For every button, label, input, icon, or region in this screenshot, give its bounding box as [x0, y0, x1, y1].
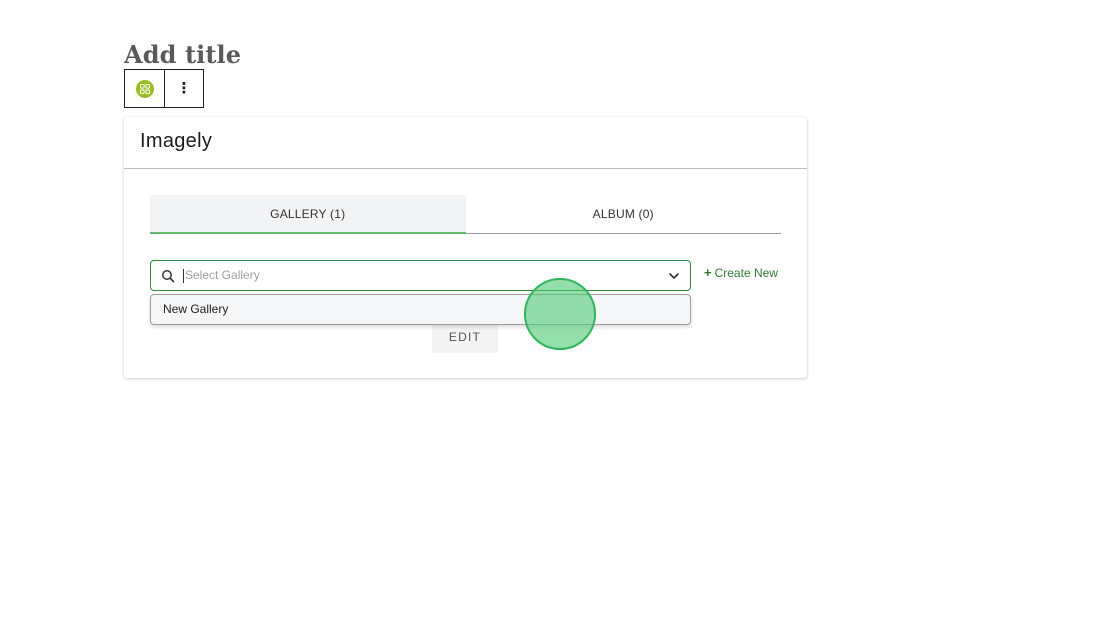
tab-gallery[interactable]: GALLERY (1) [150, 195, 466, 234]
imagely-block: Imagely GALLERY (1) ALBUM (0) Select Gal… [124, 117, 807, 378]
gallery-dropdown-menu: New Gallery [150, 294, 691, 325]
post-title[interactable]: Add title [124, 40, 241, 69]
search-icon [162, 270, 175, 283]
gallery-select-input[interactable]: Select Gallery [150, 260, 691, 291]
more-options-button[interactable]: ⋮ [164, 70, 203, 107]
imagely-grid-icon [135, 79, 154, 98]
create-new-label: Create New [714, 266, 778, 280]
block-type-button[interactable] [125, 70, 164, 107]
select-placeholder: Select Gallery [185, 268, 260, 282]
chevron-down-icon[interactable] [668, 271, 680, 281]
block-title: Imagely [140, 130, 213, 152]
edit-button[interactable]: EDIT [432, 321, 498, 353]
click-indicator [524, 278, 596, 350]
create-new-button[interactable]: + Create New [704, 265, 778, 280]
divider [124, 168, 807, 169]
tab-album[interactable]: ALBUM (0) [466, 195, 782, 233]
tab-bar: GALLERY (1) ALBUM (0) [150, 195, 781, 234]
dropdown-option-new-gallery[interactable]: New Gallery [163, 302, 228, 316]
editor-canvas: Add title ⋮ Imagely GALLERY (1) ALBUM (0… [0, 0, 1120, 626]
vertical-ellipsis-icon: ⋮ [176, 80, 192, 97]
plus-icon: + [704, 265, 712, 280]
block-toolbar: ⋮ [124, 69, 204, 108]
text-cursor [183, 269, 184, 283]
